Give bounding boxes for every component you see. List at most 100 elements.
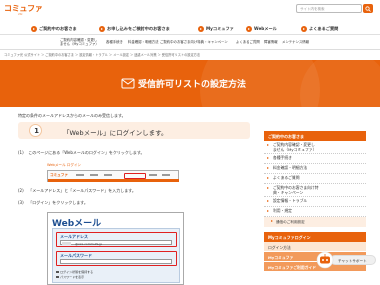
- chat-label: チャットサポート: [338, 258, 367, 263]
- triangle-right-icon: [267, 200, 269, 202]
- subnav-label: メンテナンス情報: [282, 40, 310, 44]
- password-field-highlight: メールパスワード: [56, 251, 177, 266]
- caption-text: Webメール ログイン: [47, 163, 82, 167]
- password-field: [60, 259, 172, 264]
- subnav-billing[interactable]: 料金確認・明細方法: [128, 40, 159, 44]
- site-header: コミュファ ctc サイト内を検索: [0, 0, 380, 22]
- checkbox-icon: [56, 275, 59, 279]
- commufa-logo[interactable]: コミュファ ctc: [4, 3, 44, 17]
- email-value: @xxx.commufa.jp: [75, 241, 103, 246]
- banner-decoration: [300, 60, 380, 107]
- instruction-number: (3): [18, 200, 24, 205]
- triangle-right-icon: [271, 220, 273, 223]
- nav-label: Webメール: [254, 26, 277, 31]
- instruction-text: 「ログイン」をクリックします。: [28, 200, 88, 205]
- instruction-number: (1): [18, 150, 24, 155]
- chat-bubble[interactable]: チャットサポート: [330, 255, 376, 265]
- checkbox-icon: [56, 270, 59, 274]
- subnav-maintenance[interactable]: メンテナンス情報: [282, 40, 309, 44]
- sidebar-item-faq[interactable]: よくあるご質問: [264, 174, 366, 184]
- triangle-right-icon: [267, 187, 269, 189]
- show-password-row: パスワードを表示: [56, 275, 84, 279]
- subnav-label: 障害情報: [264, 40, 278, 44]
- sidebar-item-contract[interactable]: ご契約内容確認・変更し ません（Myコミュファ）: [264, 141, 366, 154]
- instruction-1: (1) このページにある「Webメールのログイン」をクリックします。: [18, 150, 145, 156]
- input-blur-icon: [62, 241, 71, 245]
- nav-faq[interactable]: よくあるご質問: [301, 25, 338, 33]
- triangle-right-icon: [267, 157, 269, 159]
- subnav-faq[interactable]: よくあるご質問: [236, 40, 260, 44]
- nav-mycommufa[interactable]: Myコミュファ: [198, 25, 234, 33]
- subnav-label: よくあるご質問: [236, 40, 260, 44]
- shot-nav-item: [149, 174, 157, 176]
- subnav-label: 各種手続き: [106, 40, 123, 44]
- sidebar-item-label: 各種手続き: [273, 155, 292, 160]
- subnav-outage[interactable]: 障害情報: [264, 40, 278, 44]
- triangle-right-icon: [267, 167, 269, 169]
- sidebar-item-label: ご契約中のお客さま向け特 典・キャンペーン: [273, 185, 319, 195]
- sidebar-my-label: Myコミュファご利用ガイド: [268, 264, 317, 270]
- sidebar-subitem-label: 通信のご利用設定: [276, 219, 305, 224]
- instruction-2: (2) 「メールアドレス」と「メールパスワード」を入力します。: [18, 188, 136, 194]
- sidebar-item-procedures[interactable]: 各種手続き: [264, 154, 366, 164]
- keep-login-row: ログイン状態を保持する: [56, 270, 93, 274]
- logo-sub-text: ctc: [18, 12, 23, 16]
- nav-current-customer[interactable]: ご契約中のお客さま: [31, 25, 77, 33]
- instruction-3: (3) 「ログイン」をクリックします。: [18, 200, 88, 206]
- triangle-right-icon: [267, 144, 269, 146]
- sidebar-head-label: Myコミュファログイン: [268, 234, 311, 240]
- arrow-circle-icon: [99, 26, 105, 32]
- sidebar-item-label: 利用・規定: [273, 208, 292, 213]
- search-button[interactable]: [363, 4, 373, 13]
- nav-webmail[interactable]: Webメール: [246, 25, 277, 33]
- sidebar-subitem[interactable]: 通信のご利用設定: [264, 217, 366, 227]
- checkbox-label: パスワードを表示: [60, 275, 85, 279]
- sidebar-head-mycommufa[interactable]: Myコミュファログイン: [264, 232, 366, 242]
- sidebar-item-settings[interactable]: 設定情報・トラブル: [264, 197, 366, 207]
- arrow-circle-icon: [301, 26, 307, 32]
- search-icon: [365, 5, 371, 12]
- login-form: メールアドレス @xxx.commufa.jp メールパスワード ログイン状態を…: [52, 228, 180, 283]
- sub-nav: ご契約内容確認・変更し ません（Myコミュファ） 各種手続き 料金確認・明細方法…: [0, 36, 380, 50]
- nav-label: ご契約中のお客さま: [39, 26, 77, 31]
- subnav-label: 料金確認・明細方法: [128, 40, 159, 44]
- search-placeholder: サイト内を検索: [300, 6, 325, 11]
- step-number-badge: 1: [29, 124, 42, 137]
- nav-label: よくあるご質問: [309, 26, 339, 31]
- sidebar-head-current[interactable]: ご契約中のお客さま: [264, 131, 366, 141]
- instruction-text: このページにある「Webメールのログイン」をクリックします。: [28, 150, 145, 155]
- sidebar-item-campaign[interactable]: ご契約中のお客さま向け特 典・キャンペーン: [264, 184, 366, 197]
- instruction-number: (2): [18, 188, 24, 193]
- step-number: 1: [34, 127, 39, 135]
- page-title: 受信許可リストの設定方法: [138, 80, 247, 90]
- subnav-label: ご契約中のお客さま向け特典・キャンペーン: [160, 40, 228, 44]
- arrow-circle-icon: [246, 26, 252, 32]
- chat-bot-icon[interactable]: [316, 251, 334, 269]
- email-field-highlight: メールアドレス @xxx.commufa.jp: [56, 232, 177, 247]
- subnav-campaign[interactable]: ご契約中のお客さま向け特典・キャンペーン: [160, 40, 228, 44]
- instruction-text: 「メールアドレス」と「メールパスワード」を入力します。: [28, 188, 136, 193]
- checkbox-label: ログイン状態を保持する: [60, 270, 94, 274]
- sidebar-item-label: 料金確認・明細方法: [273, 165, 308, 170]
- sidebar-item-billing[interactable]: 料金確認・明細方法: [264, 164, 366, 174]
- nav-label: お申し込みをご検討中のお客さま: [107, 26, 170, 31]
- triangle-right-icon: [267, 177, 269, 179]
- shot-nav-bar: [48, 179, 179, 182]
- sidebar-item-label: よくあるご質問: [273, 175, 300, 180]
- chat-support-widget[interactable]: チャットサポート: [316, 251, 378, 269]
- nav-prospective-customer[interactable]: お申し込みをご検討中のお客さま: [99, 25, 170, 33]
- search-input[interactable]: サイト内を検索: [296, 4, 362, 13]
- breadcrumb[interactable]: コミュファ光 公式サイト ＞ ご契約中のお客さま ＞ 設定情報・トラブル ＞ メ…: [4, 52, 200, 57]
- shot-nav-item: [104, 174, 112, 176]
- sidebar-item-terms[interactable]: 利用・規定: [264, 207, 366, 217]
- screenshot-webmail-login: Webメール メールアドレス @xxx.commufa.jp メールパスワード …: [47, 212, 184, 285]
- mail-icon: [121, 78, 135, 89]
- step-title: 「Webメール」にログインします。: [63, 129, 168, 137]
- subnav-procedures[interactable]: 各種手続き: [106, 40, 123, 44]
- shot-logo: コミュファ: [50, 173, 68, 177]
- shot-nav-item: [90, 174, 98, 176]
- subnav-contract-change[interactable]: ご契約内容確認・変更し ません（Myコミュファ）: [60, 38, 99, 47]
- arrow-circle-icon: [31, 26, 37, 32]
- shot-nav-item: [76, 174, 84, 176]
- subnav-label: ません（Myコミュファ）: [60, 42, 99, 47]
